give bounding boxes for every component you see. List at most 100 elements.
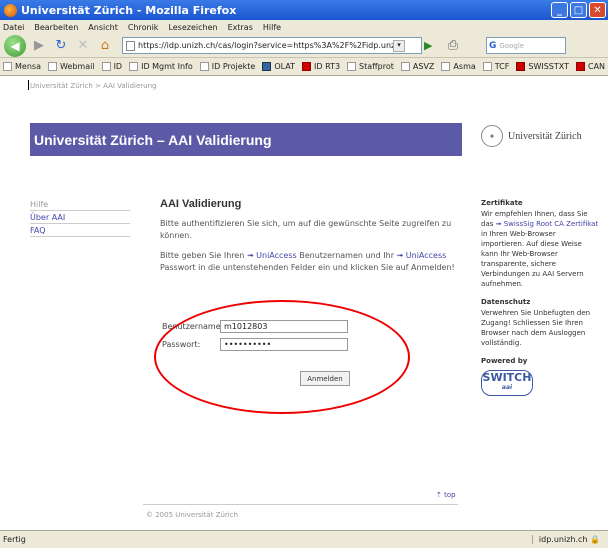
highlight-circle (154, 300, 410, 414)
bookmark-item[interactable]: ID (101, 62, 122, 71)
bookmark-label: ID Projekte (211, 62, 256, 71)
top-link-label: top (444, 491, 456, 499)
bookmark-item[interactable]: Staffprot (347, 62, 394, 71)
privacy-heading: Datenschutz (481, 298, 531, 306)
maximize-button[interactable]: □ (570, 2, 587, 18)
uniaccess-link-label: UniAccess (256, 251, 297, 260)
firefox-icon (4, 3, 17, 17)
search-input[interactable]: G Google (486, 37, 566, 54)
switch-aai-logo[interactable]: SWITCH aai (481, 370, 533, 396)
url-bar[interactable]: https://idp.unizh.ch/cas/login?service=h… (122, 37, 422, 54)
bookmark-label: CAN (588, 62, 606, 71)
window-titlebar: Universität Zürich - Mozilla Firefox _ □… (0, 0, 608, 20)
bookmark-label: ID Mgmt Info (141, 62, 193, 71)
bookmark-label: Staffprot (359, 62, 394, 71)
olat-icon (262, 62, 272, 71)
password-field[interactable]: •••••••••• (220, 338, 348, 351)
menu-file[interactable]: Datei (3, 23, 24, 32)
menu-tools[interactable]: Extras (228, 23, 253, 32)
window-controls: _ □ ✕ (551, 2, 606, 18)
login-form: Benutzername: m1012803 Passwort: •••••••… (162, 320, 362, 356)
text-cursor (28, 80, 29, 90)
bookmark-label: Asma (453, 62, 476, 71)
bookmark-item[interactable]: Webmail (47, 62, 95, 71)
status-host: idp.unizh.ch 🔒 (531, 535, 600, 544)
page-banner: Universität Zürich – AAI Validierung (30, 123, 462, 156)
bookmarks-toolbar: Mensa Webmail ID ID Mgmt Info ID Projekt… (0, 58, 608, 76)
uniaccess-link[interactable]: ➟ UniAccess (397, 251, 447, 260)
bookmark-item[interactable]: CAN (576, 62, 605, 71)
url-dropdown-icon[interactable]: ▾ (393, 39, 405, 52)
uniaccess-link-label: UniAccess (405, 251, 447, 260)
sidenav-help[interactable]: Hilfe (30, 198, 130, 211)
stop-icon[interactable]: ✕ (74, 37, 92, 55)
password-row: Passwort: •••••••••• (162, 338, 362, 351)
page-icon (101, 62, 111, 71)
close-button[interactable]: ✕ (589, 2, 606, 18)
status-host-label: idp.unizh.ch (538, 535, 588, 544)
google-icon: G (489, 40, 497, 51)
navigation-toolbar: ◀ ▶ ↻ ✕ ⌂ https://idp.unizh.ch/cas/login… (0, 34, 608, 58)
logo-text: Universität Zürich (508, 130, 582, 142)
bookmark-item[interactable]: ID RT3 (302, 62, 340, 71)
menu-bookmarks[interactable]: Lesezeichen (168, 23, 217, 32)
menu-view[interactable]: Ansicht (88, 23, 118, 32)
page-content: Universität Zürich > AAI Validierung Uni… (0, 76, 608, 530)
print-icon[interactable]: ⎙ (444, 37, 462, 55)
username-row: Benutzername: m1012803 (162, 320, 362, 333)
bookmark-item[interactable]: OLAT (262, 62, 295, 71)
bookmark-item[interactable]: SWISSTXT (516, 62, 569, 71)
university-logo: ✦ Universität Zürich (481, 125, 582, 147)
bookmark-label: ASVZ (412, 62, 435, 71)
back-icon[interactable]: ◀ (4, 34, 26, 57)
info-sidebar: Zertifikate Wir empfehlen Ihnen, dass Si… (481, 198, 599, 396)
menu-edit[interactable]: Bearbeiten (34, 23, 78, 32)
cert-section: Zertifikate Wir empfehlen Ihnen, dass Si… (481, 198, 599, 289)
breadcrumb: Universität Zürich > AAI Validierung (30, 82, 157, 90)
login-button[interactable]: Anmelden (300, 371, 350, 386)
bookmark-label: SWISSTXT (528, 62, 569, 71)
menu-help[interactable]: Hilfe (263, 23, 281, 32)
bookmark-item[interactable]: Asma (441, 62, 476, 71)
bookmark-label: Mensa (15, 62, 41, 71)
swisstxt-icon (516, 62, 526, 71)
top-link[interactable]: ⇡ top (436, 491, 456, 499)
cert-link[interactable]: ➟ SwissSig Root CA Zertifikat (496, 220, 599, 228)
go-icon[interactable]: ▶ (424, 39, 438, 53)
copyright: © 2005 Universität Zürich (146, 511, 239, 519)
instruction-part: Bitte geben Sie Ihren (160, 251, 247, 260)
menu-history[interactable]: Chronik (128, 23, 159, 32)
intro-text: Bitte authentifizieren Sie sich, um auf … (160, 219, 452, 240)
page-icon (126, 40, 135, 51)
page-icon (199, 62, 209, 71)
switch-logo-text: SWITCH (482, 371, 532, 384)
main-content: AAI Validierung Bitte authentifizieren S… (160, 198, 460, 282)
bookmark-item[interactable]: Mensa (3, 62, 41, 71)
page-icon (400, 62, 410, 71)
search-placeholder: Google (499, 41, 525, 50)
page-icon (347, 62, 357, 71)
sidenav-about-aai[interactable]: Über AAI (30, 211, 130, 224)
minimize-button[interactable]: _ (551, 2, 568, 18)
reload-icon[interactable]: ↻ (52, 37, 70, 55)
page-icon (3, 62, 12, 71)
instruction-part: Benutzernamen und Ihr (296, 251, 397, 260)
bookmark-item[interactable]: ASVZ (400, 62, 435, 71)
page-icon (47, 62, 57, 71)
bookmark-item[interactable]: ID Mgmt Info (129, 62, 193, 71)
bookmark-item[interactable]: TCF (482, 62, 509, 71)
username-field[interactable]: m1012803 (220, 320, 348, 333)
forward-icon[interactable]: ▶ (30, 37, 48, 55)
bookmark-label: Webmail (59, 62, 95, 71)
uniaccess-link[interactable]: ➟ UniAccess (247, 251, 297, 260)
page-icon (129, 62, 139, 71)
username-label: Benutzername: (162, 322, 224, 331)
bookmark-item[interactable]: ID Projekte (199, 62, 256, 71)
powered-by-label: Powered by (481, 357, 528, 365)
cert-link-label: SwissSig Root CA Zertifikat (503, 220, 599, 228)
home-icon[interactable]: ⌂ (96, 37, 114, 55)
rt-icon (302, 62, 312, 71)
sidenav-faq[interactable]: FAQ (30, 224, 130, 237)
password-label: Passwort: (162, 340, 201, 349)
menu-bar: Datei Bearbeiten Ansicht Chronik Lesezei… (0, 20, 608, 34)
